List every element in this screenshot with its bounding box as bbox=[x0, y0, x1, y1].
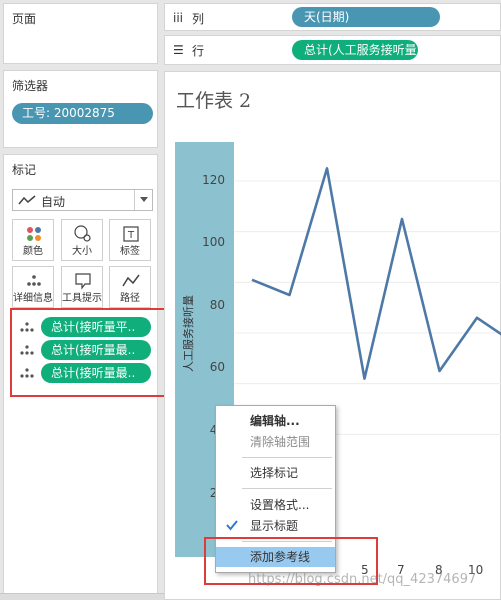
size-button[interactable]: 大小 bbox=[61, 219, 103, 261]
y-tick: 60 bbox=[209, 360, 225, 374]
detail-button-label: 详细信息 bbox=[13, 293, 53, 304]
filters-panel: 筛选器 工号: 20002875 bbox=[3, 70, 158, 148]
menu-select-marks[interactable]: 选择标记 bbox=[216, 463, 335, 483]
path-button[interactable]: 路径 bbox=[109, 266, 151, 308]
tooltip-button-label: 工具提示 bbox=[62, 293, 102, 304]
chevron-down-icon[interactable] bbox=[134, 190, 152, 210]
mark-type-dropdown[interactable]: 自动 bbox=[12, 189, 153, 211]
y-tick: 100 bbox=[202, 235, 225, 249]
gridlines bbox=[235, 180, 501, 435]
sheet-tabs-bar bbox=[0, 593, 164, 600]
size-button-label: 大小 bbox=[72, 246, 92, 257]
menu-clear-axis-range[interactable]: 清除轴范围 bbox=[216, 432, 335, 452]
y-axis-label: 人工服务接听量 bbox=[182, 295, 195, 372]
y-tick: 120 bbox=[202, 173, 225, 187]
annotation-box bbox=[10, 308, 167, 397]
svg-text:T: T bbox=[127, 230, 135, 241]
columns-shelf: iii 列 天(日期) bbox=[164, 3, 501, 31]
menu-separator bbox=[242, 457, 332, 458]
label-button[interactable]: T 标签 bbox=[109, 219, 151, 261]
columns-icon: iii bbox=[173, 11, 184, 25]
detail-button[interactable]: 详细信息 bbox=[12, 266, 54, 308]
row-pill-total-calls[interactable]: 总计(人工服务接听量) bbox=[292, 40, 421, 60]
menu-format[interactable]: 设置格式... bbox=[216, 495, 335, 515]
y-tick: 80 bbox=[209, 298, 225, 312]
color-button[interactable]: 颜色 bbox=[12, 219, 54, 261]
tooltip-icon bbox=[75, 273, 91, 290]
column-pill-day[interactable]: 天(日期) bbox=[292, 7, 440, 27]
color-icon bbox=[27, 227, 41, 241]
worksheet-title: 工作表 2 bbox=[176, 90, 252, 112]
series-line[interactable] bbox=[251, 167, 501, 380]
menu-edit-axis[interactable]: 编辑轴... bbox=[216, 411, 335, 431]
path-button-label: 路径 bbox=[120, 293, 140, 304]
watermark: https://blog.csdn.net/qq_42374697 bbox=[248, 572, 477, 587]
label-icon: T bbox=[123, 226, 139, 242]
filter-pill-employee-id[interactable]: 工号: 20002875 bbox=[12, 103, 153, 124]
line-icon bbox=[18, 195, 36, 205]
menu-show-title[interactable]: 显示标题 bbox=[216, 516, 335, 536]
size-icon bbox=[74, 225, 91, 242]
rows-shelf: ☰ 行 总计(人工服务接听量) bbox=[164, 35, 501, 65]
mark-type-label: 自动 bbox=[41, 195, 66, 209]
pages-title: 页面 bbox=[12, 12, 37, 26]
filters-title: 筛选器 bbox=[12, 79, 49, 93]
columns-label: 列 bbox=[192, 12, 205, 26]
menu-separator bbox=[242, 488, 332, 489]
label-button-label: 标签 bbox=[120, 246, 140, 257]
rows-icon: ☰ bbox=[173, 43, 184, 57]
color-button-label: 颜色 bbox=[23, 246, 43, 257]
rows-label: 行 bbox=[192, 44, 205, 58]
tooltip-button[interactable]: 工具提示 bbox=[61, 266, 103, 308]
pages-panel: 页面 bbox=[3, 3, 158, 64]
path-icon bbox=[122, 274, 140, 287]
detail-icon bbox=[27, 275, 41, 286]
marks-title: 标记 bbox=[12, 163, 37, 177]
